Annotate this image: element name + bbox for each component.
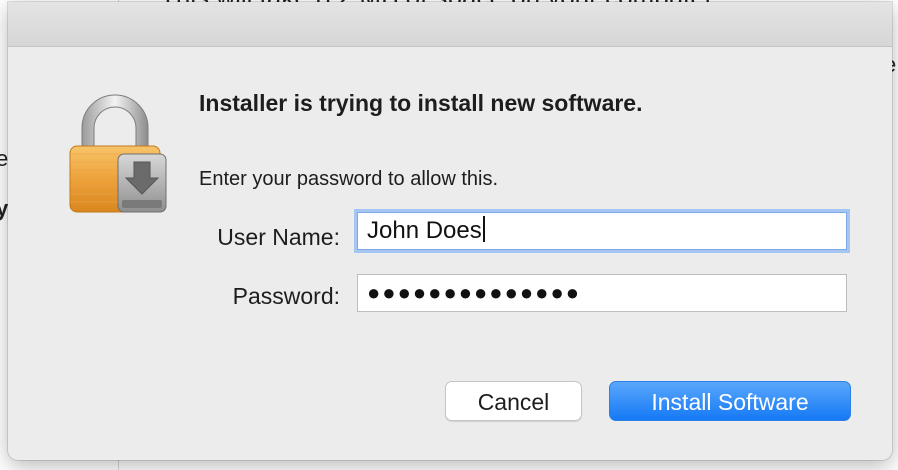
username-field[interactable]: John Does — [357, 212, 847, 250]
dialog-prompt: Enter your password to allow this. — [199, 168, 499, 190]
cancel-button[interactable]: Cancel — [445, 381, 582, 421]
background-text-fragment: y — [0, 196, 9, 221]
install-software-button[interactable]: Install Software — [609, 381, 851, 421]
dialog-title-strip — [8, 2, 892, 47]
text-caret — [482, 216, 485, 242]
password-field[interactable]: ●●●●●●●●●●●●●● — [357, 274, 847, 312]
dialog-title: Installer is trying to install new softw… — [199, 90, 643, 116]
lock-with-installer-drive-icon — [60, 90, 170, 218]
username-label: User Name: — [217, 224, 340, 250]
authentication-dialog: Installer is trying to install new softw… — [8, 2, 892, 460]
background-text-fragment: e — [0, 146, 9, 171]
username-value: John Does — [367, 217, 482, 244]
password-label: Password: — [232, 283, 340, 309]
